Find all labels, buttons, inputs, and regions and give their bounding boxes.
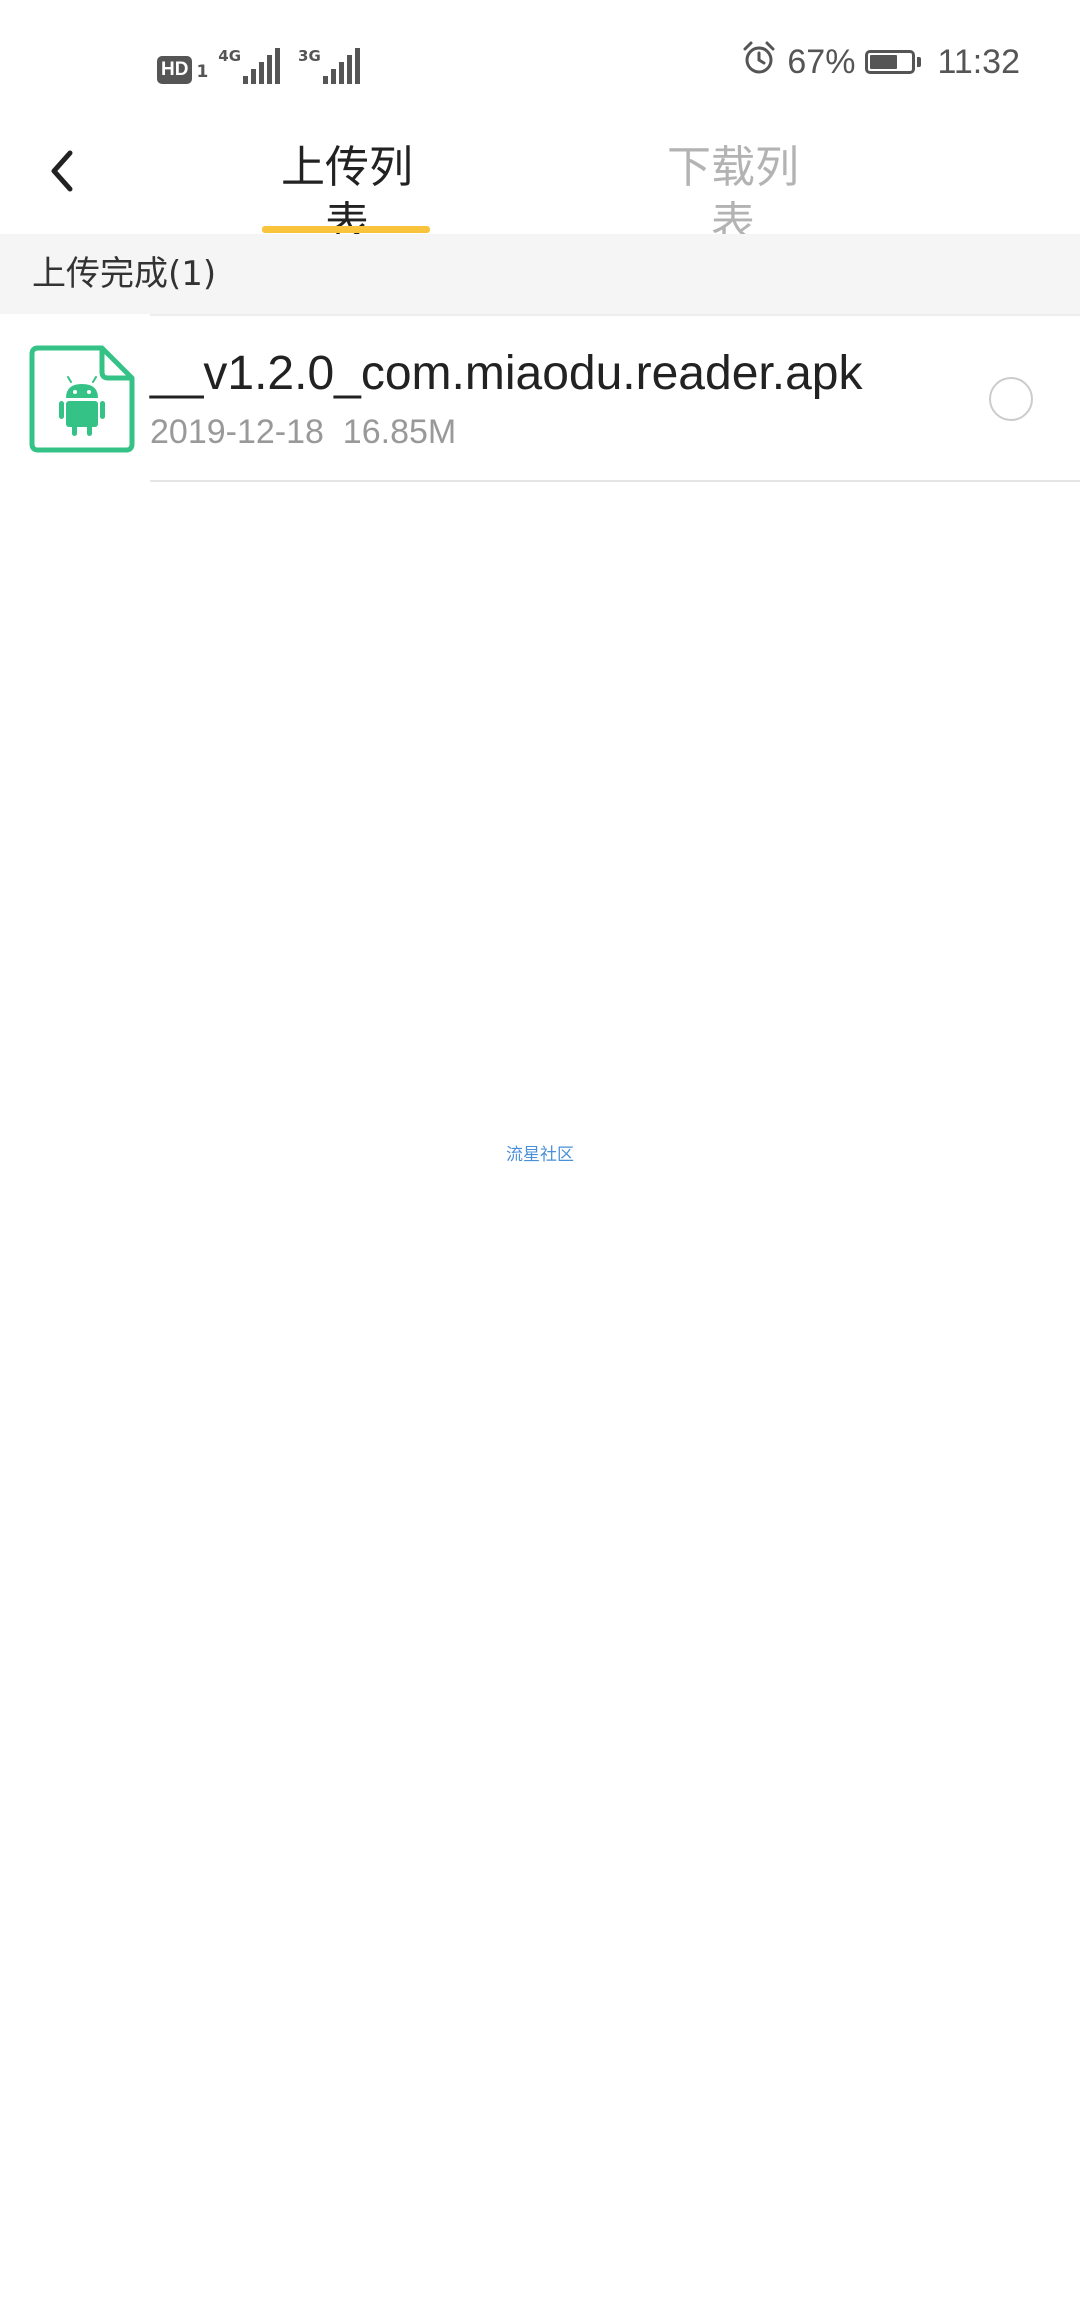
file-meta: 2019-12-18 16.85M: [150, 413, 457, 451]
select-radio[interactable]: [989, 377, 1033, 421]
hd-icon: HD: [157, 56, 193, 84]
status-bar: HD 1 4G 3G 67% 11:32: [0, 0, 1080, 124]
file-name: __v1.2.0_com.miaodu.reader.apk: [150, 347, 863, 400]
signal-4g-icon: 4G: [218, 47, 281, 84]
clock: 11:32: [937, 42, 1020, 81]
signal-bars-1: [243, 48, 281, 84]
network-type-4g: 4G: [218, 47, 242, 65]
battery-icon: [865, 50, 922, 74]
status-right: 67% 11:32: [741, 40, 1020, 84]
signal-3g-icon: 3G: [298, 48, 360, 84]
battery-percent: 67%: [787, 42, 856, 81]
watermark-text: 流星社区: [506, 1145, 574, 1165]
chevron-left-icon: [51, 150, 73, 192]
status-left: HD 1 4G 3G: [157, 40, 360, 84]
section-title-upload-complete: 上传完成(1): [32, 254, 217, 294]
divider: [150, 314, 1080, 316]
back-button[interactable]: [30, 139, 94, 203]
network-type-3g: 3G: [298, 47, 321, 65]
section-header: 上传完成(1): [0, 234, 1080, 314]
alarm-icon: [741, 40, 777, 85]
signal-bars-2: [322, 48, 360, 84]
active-tab-indicator: [262, 226, 430, 233]
android-apk-icon: [28, 344, 136, 454]
divider: [150, 480, 1080, 482]
list-item[interactable]: __v1.2.0_com.miaodu.reader.apk 2019-12-1…: [0, 314, 1080, 482]
nav-bar: 上传列表 下载列表: [0, 124, 1080, 249]
hd-sim-index: 1: [196, 62, 209, 82]
